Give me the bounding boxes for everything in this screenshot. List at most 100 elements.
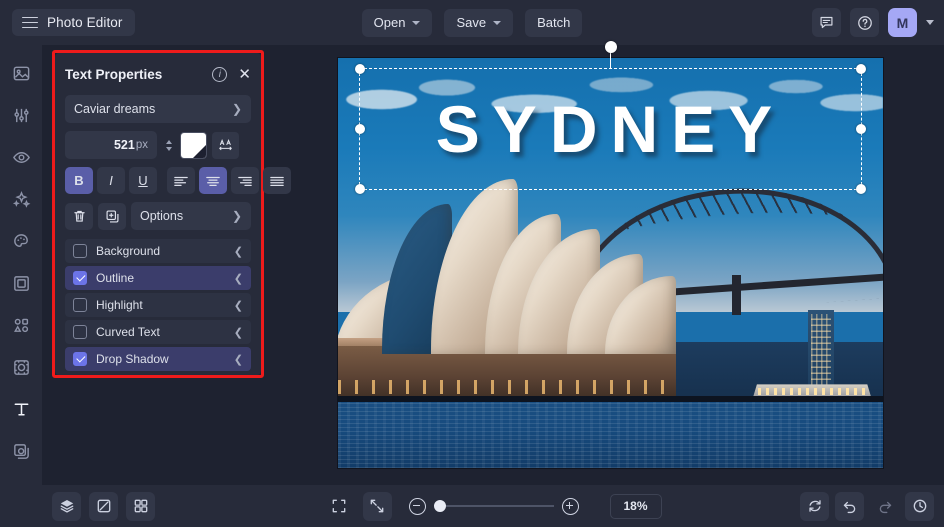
checkbox[interactable] — [73, 298, 87, 312]
sidebar-item-layers[interactable] — [5, 435, 37, 467]
chevron-down-icon[interactable]: ❮ — [234, 272, 243, 285]
actual-size-icon — [370, 499, 384, 513]
toggle-label: Background — [96, 244, 161, 258]
panel-header: Text Properties i ✕ — [65, 61, 251, 87]
toggle-outline[interactable]: Outline ❮ — [65, 266, 251, 290]
sidebar-item-shapes[interactable] — [5, 309, 37, 341]
checkbox[interactable] — [73, 352, 87, 366]
undo-button[interactable] — [835, 491, 864, 521]
canvas[interactable]: SYDNEY — [338, 41, 883, 468]
chevron-down-icon[interactable]: ❮ — [234, 326, 243, 339]
align-right-button[interactable] — [231, 167, 259, 194]
chevron-right-icon: ❯ — [231, 209, 242, 223]
delete-layer-button[interactable] — [65, 202, 93, 230]
app-menu-button[interactable]: Photo Editor — [12, 9, 135, 36]
history-button[interactable] — [905, 491, 934, 521]
toggle-curved-text[interactable]: Curved Text ❮ — [65, 320, 251, 344]
zoom-slider-knob[interactable] — [433, 500, 446, 512]
close-icon[interactable]: ✕ — [238, 67, 251, 82]
avatar[interactable]: M — [888, 8, 917, 37]
actual-size-button[interactable] — [362, 491, 392, 521]
resize-handle-bottom-left[interactable] — [355, 184, 365, 194]
chevron-down-icon[interactable]: ❮ — [234, 299, 243, 312]
align-justify-button[interactable] — [263, 167, 291, 194]
bold-label: B — [74, 173, 84, 188]
sidebar-item-paint[interactable] — [5, 225, 37, 257]
rotate-handle[interactable] — [604, 41, 617, 53]
font-size-stepper[interactable] — [162, 139, 175, 151]
stepper-up-icon[interactable] — [165, 139, 172, 144]
sidebar-item-adjust[interactable] — [5, 99, 37, 131]
checkbox[interactable] — [73, 325, 87, 339]
redo-icon — [879, 501, 891, 514]
harbour-bridge-pylon — [732, 275, 742, 316]
layer-actions-row: Options ❯ — [65, 202, 251, 230]
resize-handle-bottom-right[interactable] — [856, 184, 866, 194]
align-center-icon — [206, 176, 220, 186]
chevron-down-icon — [412, 20, 421, 25]
reset-icon — [808, 500, 821, 512]
info-icon[interactable]: i — [212, 66, 228, 82]
text-align-group — [167, 167, 291, 194]
checkbox[interactable] — [73, 244, 87, 258]
text-color-swatch[interactable] — [180, 131, 207, 159]
sidebar-item-text[interactable] — [5, 393, 37, 425]
transform-button[interactable] — [89, 491, 118, 521]
sidebar-item-retouch[interactable] — [5, 141, 37, 173]
align-center-button[interactable] — [199, 167, 227, 194]
focus-icon — [13, 359, 29, 375]
avatar-initial: M — [896, 14, 909, 31]
zoom-level[interactable]: 18% — [609, 493, 662, 519]
save-label: Save — [456, 15, 487, 30]
toggle-background[interactable]: Background ❮ — [65, 239, 251, 263]
help-button[interactable] — [850, 8, 879, 37]
zoom-out-button[interactable] — [408, 497, 426, 515]
app-title: Photo Editor — [47, 15, 123, 30]
chevron-down-icon[interactable]: ❮ — [234, 245, 243, 258]
align-left-button[interactable] — [167, 167, 195, 194]
duplicate-layer-button[interactable] — [98, 202, 126, 230]
toggle-label: Curved Text — [96, 325, 160, 339]
stepper-down-icon[interactable] — [165, 146, 172, 151]
font-size-input[interactable]: 521 px — [65, 131, 157, 159]
sidebar-item-focus[interactable] — [5, 351, 37, 383]
checkbox[interactable] — [73, 271, 87, 285]
zoom-slider-track[interactable] — [445, 505, 554, 507]
underline-label: U — [138, 173, 148, 188]
account-chevron-down-icon[interactable] — [926, 20, 934, 25]
italic-button[interactable]: I — [97, 167, 125, 194]
grid-button[interactable] — [126, 491, 155, 521]
toggle-highlight[interactable]: Highlight ❮ — [65, 293, 251, 317]
sidebar-item-effects[interactable] — [5, 183, 37, 215]
batch-label: Batch — [537, 15, 571, 30]
chevron-down-icon[interactable]: ❮ — [234, 353, 243, 366]
underline-button[interactable]: U — [129, 167, 157, 194]
reset-button[interactable] — [800, 491, 829, 521]
resize-handle-top-left[interactable] — [355, 64, 365, 74]
sidebar-item-frames[interactable] — [5, 267, 37, 299]
text-properties-panel: Text Properties i ✕ Caviar dreams ❯ 521 … — [55, 53, 291, 375]
toggle-drop-shadow[interactable]: Drop Shadow ❮ — [65, 347, 251, 371]
font-selector[interactable]: Caviar dreams ❯ — [65, 95, 251, 123]
fit-screen-button[interactable] — [325, 492, 354, 521]
resize-handle-middle-left[interactable] — [355, 124, 365, 134]
save-button[interactable]: Save — [444, 8, 514, 37]
sidebar-item-image[interactable] — [5, 57, 37, 89]
resize-handle-middle-right[interactable] — [856, 124, 866, 134]
letter-spacing-button[interactable] — [212, 131, 239, 159]
font-row: Caviar dreams ❯ — [65, 95, 251, 123]
text-layer[interactable]: SYDNEY — [360, 69, 861, 189]
zoom-slider[interactable] — [401, 497, 587, 515]
feedback-button[interactable] — [812, 8, 841, 37]
layers-button[interactable] — [52, 491, 81, 521]
redo-button[interactable] — [870, 492, 899, 521]
text-selection-box[interactable]: SYDNEY — [355, 41, 866, 194]
resize-handle-top-right[interactable] — [856, 64, 866, 74]
toggle-label: Outline — [96, 271, 135, 285]
open-label: Open — [373, 15, 406, 30]
zoom-in-button[interactable] — [561, 497, 579, 515]
open-button[interactable]: Open — [361, 8, 433, 37]
options-button[interactable]: Options ❯ — [131, 202, 251, 230]
bold-button[interactable]: B — [65, 167, 93, 194]
batch-button[interactable]: Batch — [525, 8, 583, 37]
